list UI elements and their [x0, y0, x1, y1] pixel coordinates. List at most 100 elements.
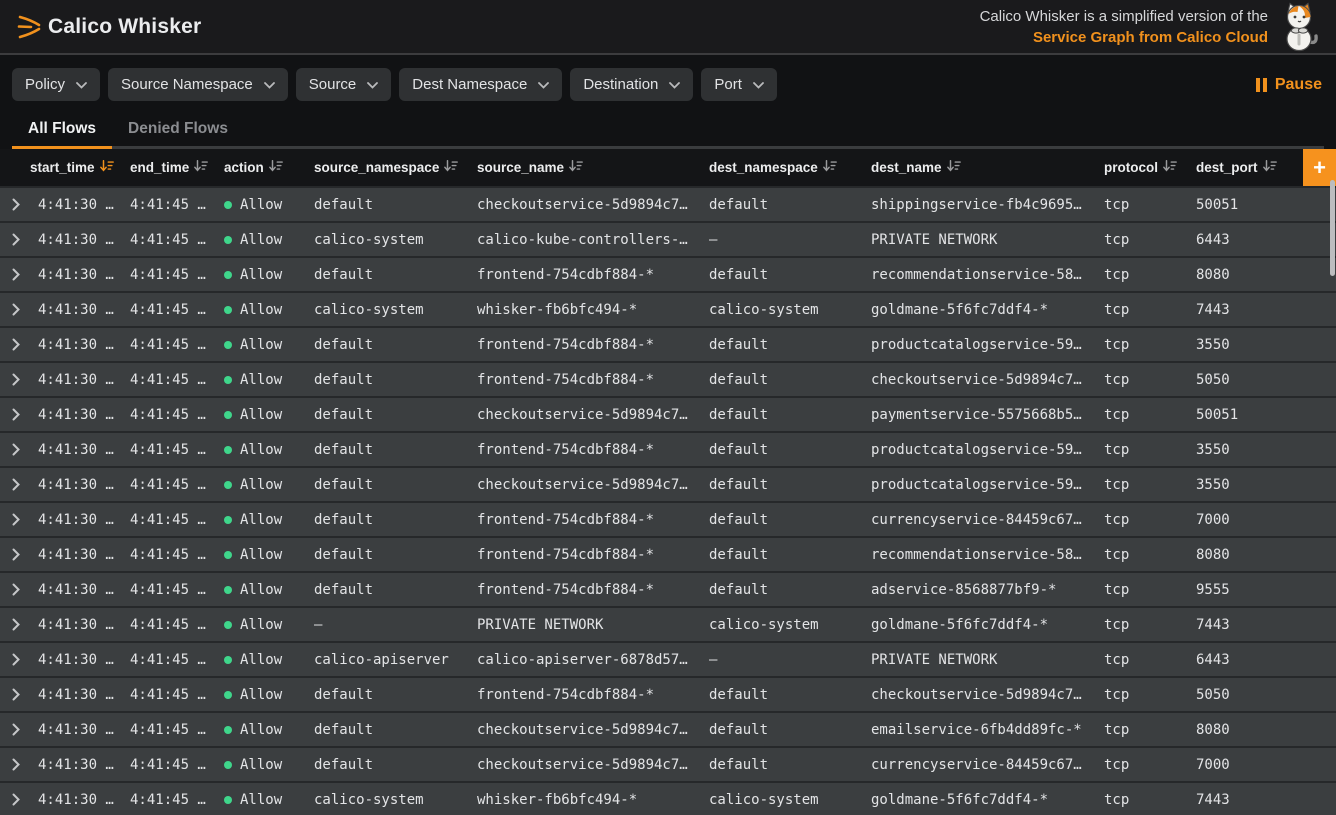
- table-row[interactable]: 4:41:30 …4:41:45 …Allowcalico-systemwhis…: [0, 781, 1336, 815]
- sort-icon[interactable]: [947, 159, 961, 176]
- expand-chevron-icon[interactable]: [12, 268, 38, 281]
- expand-chevron-icon[interactable]: [12, 688, 38, 701]
- expand-chevron-icon[interactable]: [12, 373, 38, 386]
- allow-status-dot: [224, 796, 232, 804]
- column-label: dest_port: [1196, 160, 1258, 175]
- tab-all-flows[interactable]: All Flows: [12, 113, 112, 146]
- column-label: start_time: [30, 160, 95, 175]
- cell-protocol: tcp: [1104, 232, 1196, 248]
- table-row[interactable]: 4:41:30 …4:41:45 …Allow–PRIVATE NETWORKc…: [0, 606, 1336, 641]
- expand-chevron-icon[interactable]: [12, 618, 38, 631]
- cell-protocol: tcp: [1104, 757, 1196, 773]
- sort-icon[interactable]: [569, 159, 583, 176]
- table-row[interactable]: 4:41:30 …4:41:45 …Allowdefaultcheckoutse…: [0, 746, 1336, 781]
- pause-button[interactable]: Pause: [1256, 76, 1324, 94]
- cell-start-time: 4:41:30 …: [38, 792, 130, 808]
- table-row[interactable]: 4:41:30 …4:41:45 …Allowcalico-apiserverc…: [0, 641, 1336, 676]
- cell-dest-port: 3550: [1196, 337, 1336, 353]
- expand-chevron-icon[interactable]: [12, 583, 38, 596]
- table-row[interactable]: 4:41:30 …4:41:45 …Allowdefaultcheckoutse…: [0, 466, 1336, 501]
- action-label: Allow: [240, 687, 282, 703]
- cell-source-name: checkoutservice-5d9894c7…: [477, 197, 709, 213]
- sort-icon[interactable]: [444, 159, 458, 176]
- cell-dest-name: goldmane-5f6fc7ddf4-*: [871, 792, 1104, 808]
- cell-dest-namespace: default: [709, 442, 871, 458]
- expand-chevron-icon[interactable]: [12, 443, 38, 456]
- expand-chevron-icon[interactable]: [12, 758, 38, 771]
- expand-chevron-icon[interactable]: [12, 338, 38, 351]
- column-header-end-time[interactable]: end_time: [130, 159, 224, 176]
- cell-source-name: calico-kube-controllers-…: [477, 232, 709, 248]
- column-header-dest-port[interactable]: dest_port: [1196, 159, 1303, 176]
- table-row[interactable]: 4:41:30 …4:41:45 …Allowdefaultfrontend-7…: [0, 501, 1336, 536]
- expand-chevron-icon[interactable]: [12, 513, 38, 526]
- expand-chevron-icon[interactable]: [12, 303, 38, 316]
- filter-dest-namespace[interactable]: Dest Namespace: [399, 68, 562, 101]
- cell-dest-namespace: default: [709, 372, 871, 388]
- scrollbar-thumb[interactable]: [1330, 180, 1335, 276]
- sort-icon[interactable]: [269, 159, 283, 176]
- column-header-action[interactable]: action: [224, 159, 314, 176]
- cell-end-time: 4:41:45 …: [130, 337, 224, 353]
- expand-chevron-icon[interactable]: [12, 548, 38, 561]
- cell-start-time: 4:41:30 …: [38, 722, 130, 738]
- cell-dest-name: currencyservice-84459c67…: [871, 757, 1104, 773]
- sort-icon[interactable]: [194, 159, 208, 176]
- expand-chevron-icon[interactable]: [12, 653, 38, 666]
- expand-chevron-icon[interactable]: [12, 233, 38, 246]
- table-row[interactable]: 4:41:30 …4:41:45 …Allowcalico-systemcali…: [0, 221, 1336, 256]
- cell-dest-name: currencyservice-84459c67…: [871, 512, 1104, 528]
- table-row[interactable]: 4:41:30 …4:41:45 …Allowdefaultfrontend-7…: [0, 326, 1336, 361]
- cell-start-time: 4:41:30 …: [38, 302, 130, 318]
- table-row[interactable]: 4:41:30 …4:41:45 …Allowdefaultcheckoutse…: [0, 186, 1336, 221]
- column-header-dest-namespace[interactable]: dest_namespace: [709, 159, 871, 176]
- table-row[interactable]: 4:41:30 …4:41:45 …Allowcalico-systemwhis…: [0, 291, 1336, 326]
- table-row[interactable]: 4:41:30 …4:41:45 …Allowdefaultfrontend-7…: [0, 571, 1336, 606]
- cell-protocol: tcp: [1104, 302, 1196, 318]
- expand-chevron-icon[interactable]: [12, 198, 38, 211]
- table-row[interactable]: 4:41:30 …4:41:45 …Allowdefaultcheckoutse…: [0, 711, 1336, 746]
- table-row[interactable]: 4:41:30 …4:41:45 …Allowdefaultcheckoutse…: [0, 396, 1336, 431]
- cell-source-namespace: default: [314, 267, 477, 283]
- vertical-scrollbar[interactable]: [1330, 180, 1335, 815]
- calico-cat-mascot: [1276, 2, 1324, 52]
- flows-table: 4:41:30 … 4:41:45 … Allow default checkoutse…: [0, 186, 1336, 815]
- filter-source-namespace[interactable]: Source Namespace: [108, 68, 288, 101]
- sort-icon[interactable]: [1263, 159, 1277, 176]
- column-header-start-time[interactable]: start_time: [12, 159, 130, 176]
- table-row[interactable]: 4:41:30 …4:41:45 …Allowdefaultfrontend-7…: [0, 256, 1336, 291]
- expand-chevron-icon[interactable]: [12, 723, 38, 736]
- table-row[interactable]: 4:41:30 …4:41:45 …Allowdefaultfrontend-7…: [0, 361, 1336, 396]
- column-header-source-namespace[interactable]: source_namespace: [314, 159, 477, 176]
- filter-destination[interactable]: Destination: [570, 68, 693, 101]
- cell-dest-namespace: default: [709, 687, 871, 703]
- cell-action: Allow: [224, 197, 314, 213]
- cell-start-time: 4:41:30 …: [38, 582, 130, 598]
- column-header-protocol[interactable]: protocol: [1104, 159, 1196, 176]
- sort-icon[interactable]: [100, 159, 114, 176]
- tab-denied-flows[interactable]: Denied Flows: [112, 113, 244, 146]
- cell-action: Allow: [224, 512, 314, 528]
- table-row[interactable]: 4:41:30 …4:41:45 …Allowdefaultfrontend-7…: [0, 536, 1336, 571]
- filter-policy[interactable]: Policy: [12, 68, 100, 101]
- service-graph-link[interactable]: Service Graph from Calico Cloud: [1033, 29, 1268, 46]
- table-row[interactable]: 4:41:30 …4:41:45 …Allowdefaultfrontend-7…: [0, 676, 1336, 711]
- cell-dest-port: 7000: [1196, 757, 1336, 773]
- action-label: Allow: [240, 722, 282, 738]
- filter-port[interactable]: Port: [701, 68, 777, 101]
- cell-source-namespace: default: [314, 547, 477, 563]
- sort-icon[interactable]: [1163, 159, 1177, 176]
- expand-chevron-icon[interactable]: [12, 478, 38, 491]
- expand-chevron-icon[interactable]: [12, 793, 38, 806]
- column-header-source-name[interactable]: source_name: [477, 159, 709, 176]
- column-header-dest-name[interactable]: dest_name: [871, 159, 1104, 176]
- sort-icon[interactable]: [823, 159, 837, 176]
- cell-source-namespace: calico-system: [314, 232, 477, 248]
- filter-source[interactable]: Source: [296, 68, 392, 101]
- table-row[interactable]: 4:41:30 …4:41:45 …Allowdefaultfrontend-7…: [0, 431, 1336, 466]
- cell-end-time: 4:41:45 …: [130, 267, 224, 283]
- allow-status-dot: [224, 306, 232, 314]
- cell-dest-namespace: default: [709, 722, 871, 738]
- expand-chevron-icon[interactable]: [12, 408, 38, 421]
- column-label: source_name: [477, 160, 564, 175]
